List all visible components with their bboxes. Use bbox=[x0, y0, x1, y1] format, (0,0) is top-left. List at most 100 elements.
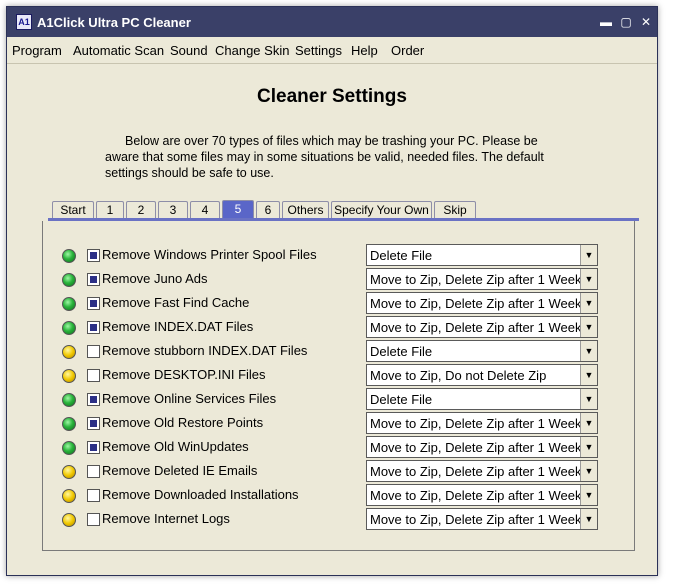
tab-3[interactable]: 3 bbox=[158, 201, 188, 218]
dropdown-arrow-icon[interactable]: ▼ bbox=[580, 389, 597, 409]
close-button[interactable]: ✕ bbox=[638, 15, 654, 29]
minimize-button[interactable]: ▬ bbox=[598, 15, 614, 29]
dropdown-arrow-icon[interactable]: ▼ bbox=[580, 437, 597, 457]
action-dropdown-value: Move to Zip, Delete Zip after 1 Week bbox=[370, 440, 582, 455]
menu-program[interactable]: Program bbox=[12, 43, 62, 58]
dropdown-arrow-icon[interactable]: ▼ bbox=[580, 413, 597, 433]
file-type-row: Remove Old WinUpdates Move to Zip, Delete… bbox=[43, 436, 636, 460]
row-label: Remove Downloaded Installations bbox=[102, 487, 299, 502]
green-status-icon bbox=[62, 297, 76, 311]
file-type-row: Remove Deleted IE Emails Move to Zip, Del… bbox=[43, 460, 636, 484]
menu-change-skin[interactable]: Change Skin bbox=[215, 43, 289, 58]
intro-line: settings should be safe to use. bbox=[105, 166, 274, 180]
menu-help[interactable]: Help bbox=[351, 43, 378, 58]
action-dropdown[interactable]: Delete File ▼ bbox=[366, 340, 598, 362]
tab-skip[interactable]: Skip bbox=[434, 201, 476, 218]
green-status-icon bbox=[62, 441, 76, 455]
dropdown-arrow-icon[interactable]: ▼ bbox=[580, 269, 597, 289]
row-label: Remove Old Restore Points bbox=[102, 415, 264, 430]
action-dropdown[interactable]: Move to Zip, Delete Zip after 1 Week ▼ bbox=[366, 508, 598, 530]
menu-sound[interactable]: Sound bbox=[170, 43, 208, 58]
action-dropdown[interactable]: Move to Zip, Delete Zip after 1 Week ▼ bbox=[366, 412, 598, 434]
row-checkbox[interactable] bbox=[87, 441, 100, 454]
action-dropdown[interactable]: Delete File ▼ bbox=[366, 244, 598, 266]
tab-others[interactable]: Others bbox=[282, 201, 329, 218]
file-type-row: Remove Internet Logs Move to Zip, Delete … bbox=[43, 508, 636, 532]
dropdown-arrow-icon[interactable]: ▼ bbox=[580, 485, 597, 505]
file-type-row: Remove DESKTOP.INI Files Move to Zip, Do … bbox=[43, 364, 636, 388]
action-dropdown[interactable]: Move to Zip, Delete Zip after 1 Week ▼ bbox=[366, 484, 598, 506]
tab-specify-your-own[interactable]: Specify Your Own bbox=[331, 201, 432, 218]
action-dropdown[interactable]: Delete File ▼ bbox=[366, 388, 598, 410]
action-dropdown[interactable]: Move to Zip, Delete Zip after 1 Week ▼ bbox=[366, 292, 598, 314]
intro-line: aware that some files may in some situat… bbox=[105, 150, 544, 164]
maximize-button[interactable]: ▢ bbox=[618, 15, 634, 29]
action-dropdown-value: Delete File bbox=[370, 344, 433, 359]
dropdown-arrow-icon[interactable]: ▼ bbox=[580, 461, 597, 481]
green-status-icon bbox=[62, 249, 76, 263]
tab-2[interactable]: 2 bbox=[126, 201, 156, 218]
row-checkbox[interactable] bbox=[87, 489, 100, 502]
row-label: Remove Fast Find Cache bbox=[102, 295, 250, 310]
dropdown-arrow-icon[interactable]: ▼ bbox=[580, 317, 597, 337]
action-dropdown-value: Move to Zip, Delete Zip after 1 Week bbox=[370, 320, 582, 335]
tab-1[interactable]: 1 bbox=[96, 201, 124, 218]
row-label: Remove Online Services Files bbox=[102, 391, 277, 406]
row-label: Remove Juno Ads bbox=[102, 271, 208, 286]
dropdown-arrow-icon[interactable]: ▼ bbox=[580, 509, 597, 529]
file-type-row: Remove stubborn INDEX.DAT Files Delete Fi… bbox=[43, 340, 636, 364]
green-status-icon bbox=[62, 321, 76, 335]
file-type-row: Remove Downloaded Installations Move to Z… bbox=[43, 484, 636, 508]
tab-4[interactable]: 4 bbox=[190, 201, 220, 218]
settings-panel: Remove Windows Printer Spool Files Delete… bbox=[42, 221, 635, 551]
row-checkbox[interactable] bbox=[87, 393, 100, 406]
menu-automatic-scan[interactable]: Automatic Scan bbox=[73, 43, 164, 58]
action-dropdown-value: Move to Zip, Do not Delete Zip bbox=[370, 368, 547, 383]
row-checkbox[interactable] bbox=[87, 249, 100, 262]
dropdown-arrow-icon[interactable]: ▼ bbox=[580, 293, 597, 313]
row-checkbox[interactable] bbox=[87, 417, 100, 430]
tab-5[interactable]: 5 bbox=[222, 200, 254, 219]
dropdown-arrow-icon[interactable]: ▼ bbox=[580, 245, 597, 265]
intro-line: Below are over 70 types of files which m… bbox=[125, 134, 538, 148]
action-dropdown-value: Move to Zip, Delete Zip after 1 Week bbox=[370, 464, 582, 479]
row-label: Remove stubborn INDEX.DAT Files bbox=[102, 343, 308, 358]
tab-start[interactable]: Start bbox=[52, 201, 94, 218]
row-checkbox[interactable] bbox=[87, 465, 100, 478]
menu-settings[interactable]: Settings bbox=[295, 43, 342, 58]
row-label: Remove Windows Printer Spool Files bbox=[102, 247, 317, 262]
file-type-row: Remove Old Restore Points Move to Zip, De… bbox=[43, 412, 636, 436]
title-bar[interactable]: A1 A1Click Ultra PC Cleaner ▬ ▢ ✕ bbox=[7, 7, 657, 37]
dropdown-arrow-icon[interactable]: ▼ bbox=[580, 341, 597, 361]
menu-order[interactable]: Order bbox=[391, 43, 424, 58]
tab-6[interactable]: 6 bbox=[256, 201, 280, 218]
action-dropdown[interactable]: Move to Zip, Do not Delete Zip ▼ bbox=[366, 364, 598, 386]
action-dropdown-value: Move to Zip, Delete Zip after 1 Week bbox=[370, 296, 582, 311]
row-checkbox[interactable] bbox=[87, 345, 100, 358]
action-dropdown[interactable]: Move to Zip, Delete Zip after 1 Week ▼ bbox=[366, 460, 598, 482]
row-checkbox[interactable] bbox=[87, 273, 100, 286]
row-checkbox[interactable] bbox=[87, 513, 100, 526]
app-logo-icon: A1 bbox=[16, 14, 32, 30]
dropdown-arrow-icon[interactable]: ▼ bbox=[580, 365, 597, 385]
action-dropdown-value: Move to Zip, Delete Zip after 1 Week bbox=[370, 272, 582, 287]
file-type-row: Remove INDEX.DAT Files Move to Zip, Delet… bbox=[43, 316, 636, 340]
green-status-icon bbox=[62, 417, 76, 431]
row-checkbox[interactable] bbox=[87, 297, 100, 310]
action-dropdown[interactable]: Move to Zip, Delete Zip after 1 Week ▼ bbox=[366, 268, 598, 290]
row-checkbox[interactable] bbox=[87, 369, 100, 382]
action-dropdown-value: Move to Zip, Delete Zip after 1 Week bbox=[370, 488, 582, 503]
yellow-status-icon bbox=[62, 513, 76, 527]
yellow-status-icon bbox=[62, 489, 76, 503]
row-label: Remove Deleted IE Emails bbox=[102, 463, 258, 478]
yellow-status-icon bbox=[62, 465, 76, 479]
action-dropdown[interactable]: Move to Zip, Delete Zip after 1 Week ▼ bbox=[366, 436, 598, 458]
window-title: A1Click Ultra PC Cleaner bbox=[37, 15, 191, 30]
yellow-status-icon bbox=[62, 369, 76, 383]
app-window: A1 A1Click Ultra PC Cleaner ▬ ▢ ✕ Progra… bbox=[6, 6, 658, 576]
action-dropdown[interactable]: Move to Zip, Delete Zip after 1 Week ▼ bbox=[366, 316, 598, 338]
action-dropdown-value: Delete File bbox=[370, 392, 433, 407]
row-label: Remove DESKTOP.INI Files bbox=[102, 367, 266, 382]
row-checkbox[interactable] bbox=[87, 321, 100, 334]
row-label: Remove Old WinUpdates bbox=[102, 439, 249, 454]
